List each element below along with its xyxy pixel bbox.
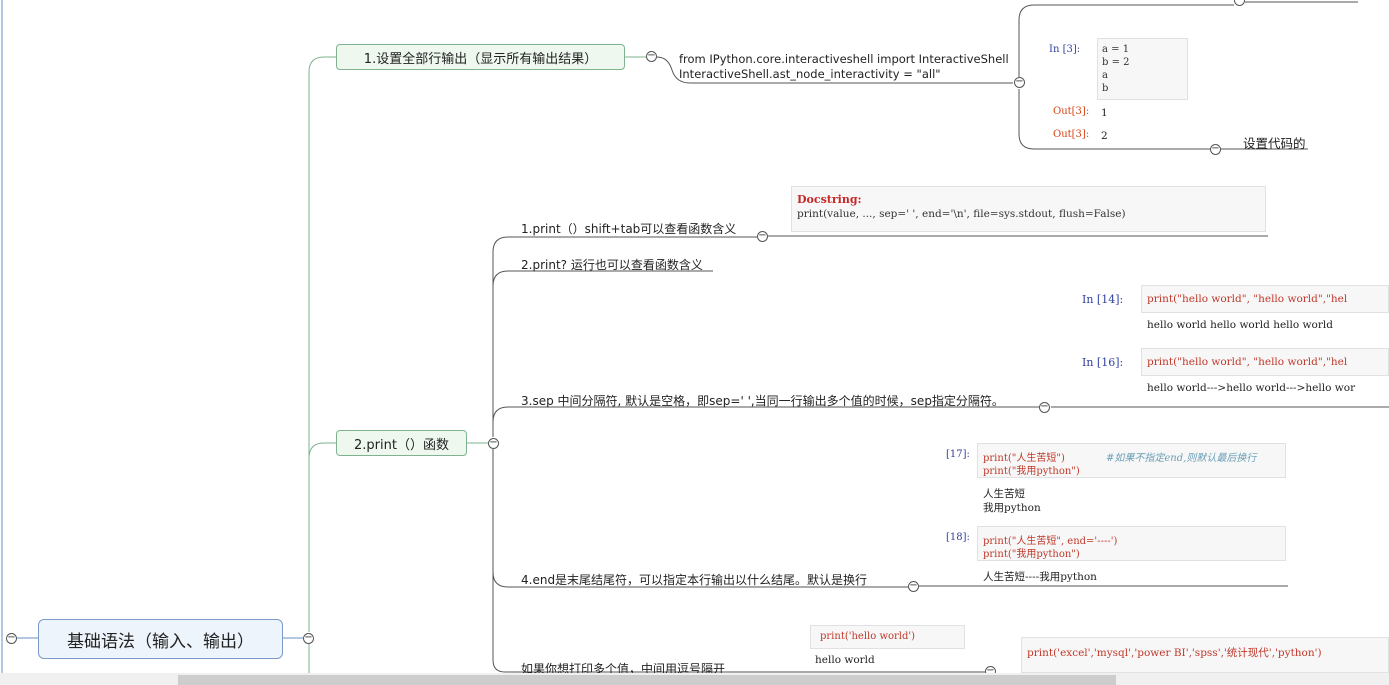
end-example2-cell: print("人生苦短", end='----') print("我用pytho… [977,526,1286,561]
print-item-2[interactable]: 2.print? 运行也可以查看函数含义 [521,256,703,273]
example3-line-1: a = 1 [1102,44,1130,55]
example3-code-cell: a = 1 b = 2 a b [1097,38,1188,100]
sep-example2-prompt: In [16]: [1082,356,1124,369]
trunk-branch2 [308,442,336,632]
sep-example2-cell: print("hello world", "hello world","hel [1141,348,1389,376]
note-text: 设置代码的 [1243,136,1306,151]
example3-line-3: a [1102,70,1108,81]
end-example2-prompt: [18]: [946,532,970,543]
end-example1-cell: print("人生苦短") #如果不指定end,则默认最后换行 print("我… [977,443,1286,478]
branch1-topic[interactable]: 1.设置全部行输出（显示所有输出结果） [336,44,625,70]
end-example2-line2: print("我用python") [983,549,1080,560]
print-item-4-collapse-icon[interactable] [908,581,919,592]
multi-example1-out: hello world [815,654,875,666]
branch2-topic[interactable]: 2.print（）函数 [336,430,467,456]
print-item-3[interactable]: 3.sep 中间分隔符, 默认是空格，即sep=' ',当同一行输出多个值的时候… [521,392,1004,409]
scrollbar-thumb[interactable] [178,675,1116,685]
branch2-label: 2.print（）函数 [354,437,449,453]
sep-example1-prompt: In [14]: [1082,293,1124,306]
print-item-4[interactable]: 4.end是末尾结尾符，可以指定本行输出以什么结尾。默认是换行 [521,571,867,588]
sep-example1-cell: print("hello world", "hello world","hel [1141,285,1389,313]
example3-line-4: b [1102,83,1109,94]
item3-line [492,406,1039,437]
multi-example1-code: print('hello world') [820,631,916,642]
print-item-3-collapse-icon[interactable] [1039,402,1050,413]
example3-out2-prompt: Out[3]: [1053,129,1090,140]
horizontal-scrollbar[interactable] [0,673,1389,685]
example3-out2-value: 2 [1101,130,1108,142]
sep-example1-output: hello world hello world hello world [1147,319,1333,331]
end-example2-out1: 人生苦短----我用python [983,571,1097,583]
item2-line [492,270,713,437]
example3-in-prompt: In [3]: [1049,44,1081,55]
trunk-branch1 [308,56,336,632]
branch2-collapse-icon[interactable] [488,438,499,449]
example3-out1-value: 1 [1101,107,1108,119]
branch1-code-line2: InteractiveShell.ast_node_interactivity … [679,67,941,81]
multi-example1-cell: print('hello world') [810,625,965,649]
note-collapse-icon[interactable] [1210,144,1221,155]
docstring-panel: Docstring: print(value, ..., sep=' ', en… [791,186,1266,232]
end-example1-out2: 我用python [983,502,1041,514]
example3-line-2: b = 2 [1102,57,1130,68]
end-example1-out1: 人生苦短 [983,488,1025,500]
branch1-label: 1.设置全部行输出（显示所有输出结果） [363,51,598,67]
branch1-code-collapse-icon[interactable] [1014,77,1025,88]
multi-example2-cell: print('excel','mysql','power BI','spss',… [1021,637,1389,673]
root-left-collapse-icon[interactable] [6,633,17,644]
end-example1-prompt: [17]: [946,449,970,460]
end-example1-comment: #如果不指定end,则默认最后换行 [1106,453,1257,464]
branch1-code-line1: from IPython.core.interactiveshell impor… [679,52,1009,66]
print-item-1-collapse-icon[interactable] [757,231,768,242]
root-collapse-icon[interactable] [303,633,314,644]
multi-example2-code: print('excel','mysql','power BI','spss',… [1027,647,1322,659]
root-topic[interactable]: 基础语法（输入、输出） [38,619,283,659]
sep-example2-code: print("hello world", "hello world","hel [1147,356,1348,368]
end-example1-line2: print("我用python") [983,466,1080,477]
sep-example2-output: hello world--->hello world--->hello wor [1147,382,1356,394]
root-topic-label: 基础语法（输入、输出） [67,631,254,652]
docstring-title: Docstring: [797,193,862,206]
branch1-collapse-icon[interactable] [646,51,657,62]
print-item-1[interactable]: 1.print（）shift+tab可以查看函数含义 [521,220,736,237]
item4-line [492,449,908,588]
example3-out1-prompt: Out[3]: [1053,106,1090,117]
sep-example1-code: print("hello world", "hello world","hel [1147,293,1348,305]
docstring-signature: print(value, ..., sep=' ', end='\n', fil… [797,208,1126,220]
